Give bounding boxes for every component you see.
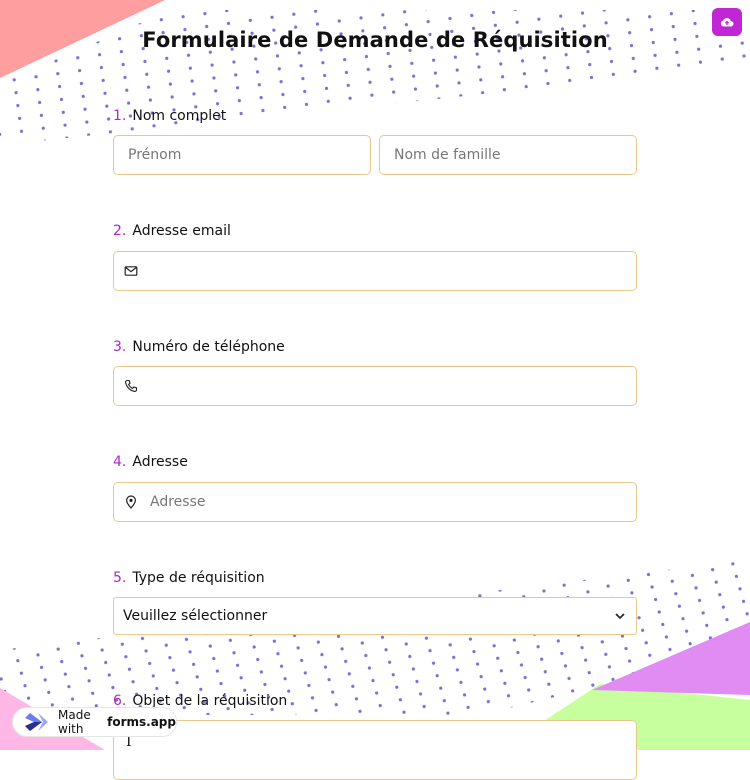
select-value: Veuillez sélectionner bbox=[123, 608, 268, 624]
question-label: Adresse email bbox=[132, 223, 231, 239]
question-number: 1. bbox=[113, 108, 127, 124]
question-number: 3. bbox=[113, 339, 127, 355]
first-name-input[interactable] bbox=[128, 136, 370, 174]
last-name-input[interactable] bbox=[394, 136, 636, 174]
forms-app-brand: forms.app bbox=[107, 715, 176, 729]
made-with-forms-app-badge[interactable]: Made with forms.app bbox=[12, 707, 177, 737]
question-label: Numéro de téléphone bbox=[132, 339, 285, 355]
question-email: 2. Adresse email bbox=[113, 223, 231, 239]
chevron-down-icon bbox=[614, 612, 626, 620]
form-title: Formulaire de Demande de Réquisition bbox=[142, 28, 608, 52]
requisition-type-select[interactable]: Veuillez sélectionner bbox=[113, 597, 637, 635]
question-label: Nom complet bbox=[132, 108, 227, 124]
requisition-subject-field[interactable]: I bbox=[113, 720, 637, 780]
email-input[interactable] bbox=[150, 252, 636, 290]
question-number: 2. bbox=[113, 223, 127, 239]
question-full-name: 1. Nom complet bbox=[113, 108, 226, 124]
cloud-upload-icon bbox=[720, 16, 734, 28]
email-field[interactable] bbox=[113, 251, 637, 291]
made-with-text: Made with bbox=[58, 708, 91, 736]
address-field[interactable] bbox=[113, 482, 637, 522]
address-input[interactable] bbox=[150, 483, 636, 521]
location-pin-icon bbox=[124, 495, 138, 509]
phone-input[interactable] bbox=[150, 367, 636, 405]
phone-field[interactable] bbox=[113, 366, 637, 406]
question-label: Adresse bbox=[132, 454, 188, 470]
first-name-field[interactable] bbox=[113, 135, 371, 175]
forms-app-logo-icon bbox=[21, 711, 51, 733]
question-number: 5. bbox=[113, 570, 127, 586]
last-name-field[interactable] bbox=[379, 135, 637, 175]
question-number: 4. bbox=[113, 454, 127, 470]
question-address: 4. Adresse bbox=[113, 454, 188, 470]
question-phone: 3. Numéro de téléphone bbox=[113, 339, 285, 355]
question-label: Type de réquisition bbox=[132, 570, 265, 586]
envelope-icon bbox=[124, 264, 138, 278]
phone-icon bbox=[124, 379, 138, 393]
cloud-upload-button[interactable] bbox=[712, 8, 742, 36]
question-requisition-type: 5. Type de réquisition bbox=[113, 570, 265, 586]
